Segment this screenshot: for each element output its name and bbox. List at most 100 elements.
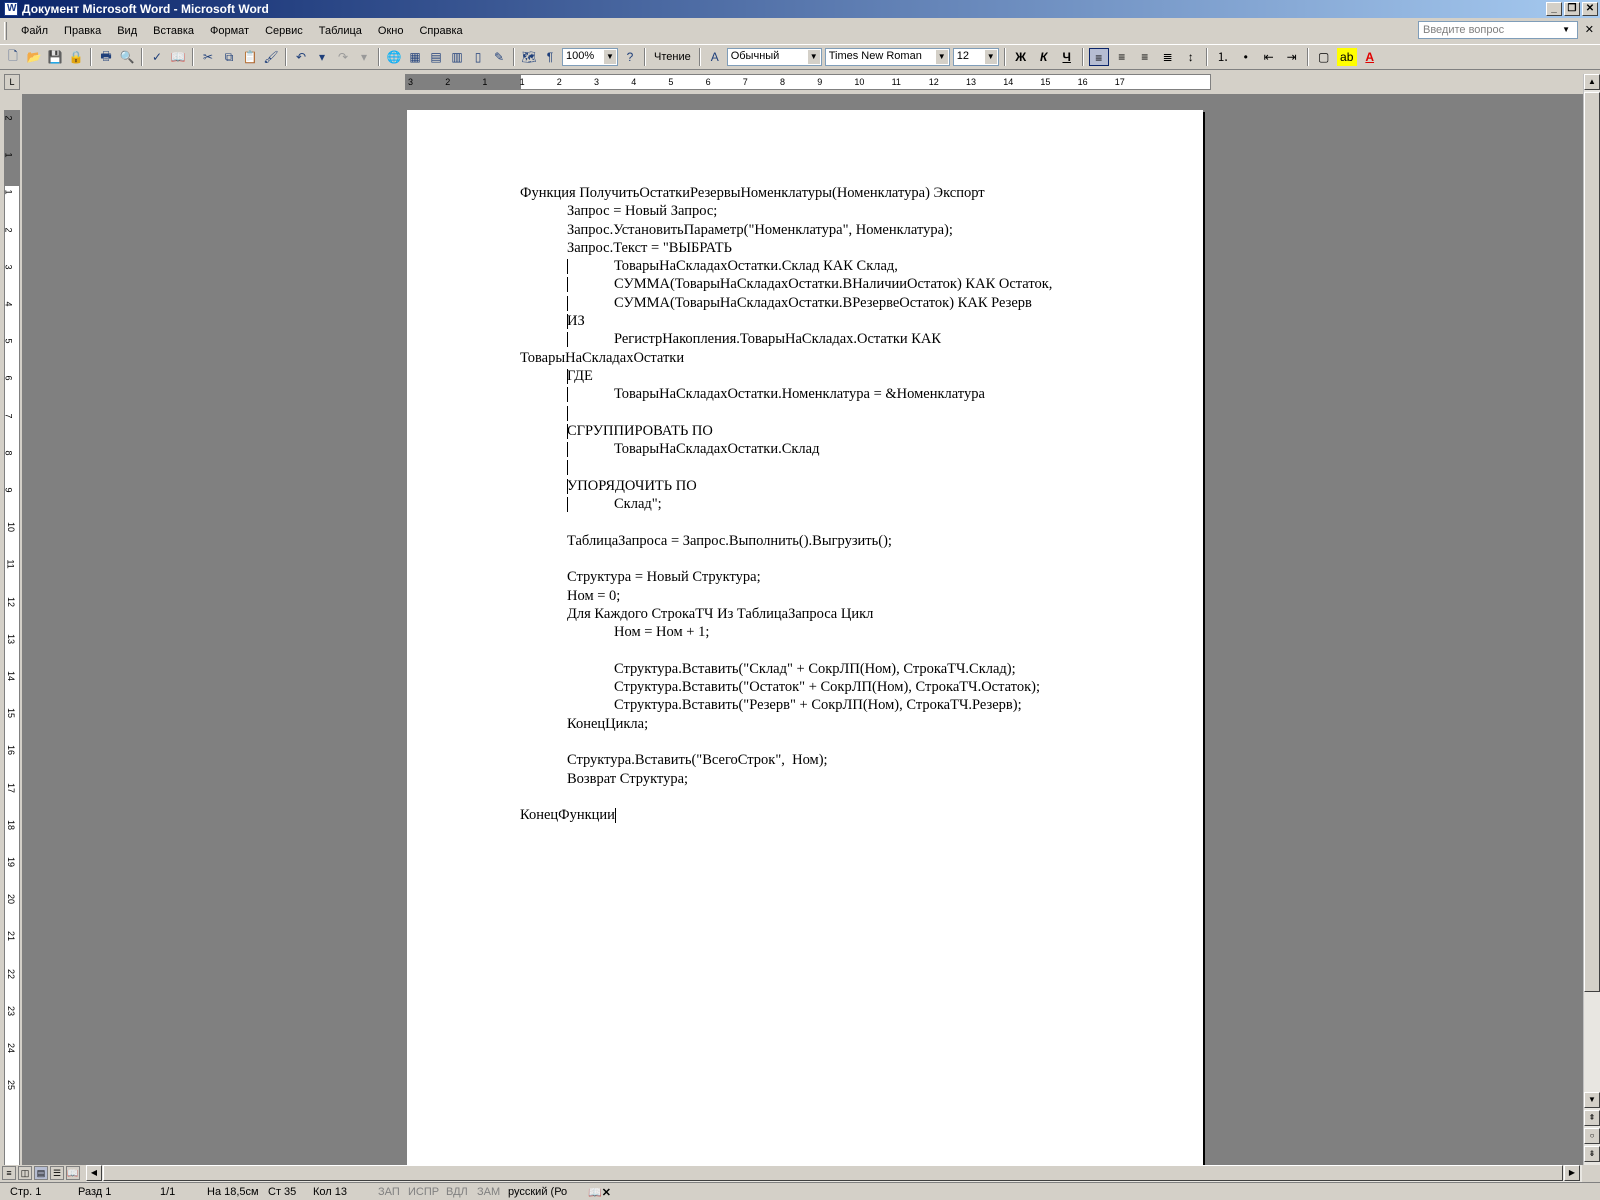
document-line[interactable]: Структура.Вставить("ВсегоСтрок", Ном); [520,751,1120,769]
document-line[interactable]: Склад"; [520,495,1120,513]
document-line[interactable]: ГДЕ [520,367,1120,385]
menu-edit[interactable]: Правка [56,23,109,39]
open-icon[interactable]: 📂 [25,48,43,66]
numbering-icon[interactable]: ⒈ [1213,48,1233,66]
menu-window[interactable]: Окно [370,23,412,39]
horizontal-scrollbar[interactable]: ◀ ▶ [86,1165,1582,1182]
document-line[interactable]: Структура = Новый Структура; [520,568,1120,586]
web-view-icon[interactable]: ◫ [18,1166,32,1180]
document-line[interactable]: Структура.Вставить("Склад" + СокрЛП(Ном)… [520,660,1120,678]
menu-help[interactable]: Справка [411,23,470,39]
vertical-ruler[interactable]: 2 1 1 2 3 4 5 6 7 8 9 10 11 12 13 14 15 16 17 18 19 20 21 22 23 2… [4,110,20,1175]
ask-question-input[interactable]: Введите вопрос [1418,21,1578,39]
redo-icon[interactable]: ↷ [334,48,352,66]
drawing-icon[interactable]: ✎ [490,48,508,66]
insert-excel-icon[interactable]: ▥ [448,48,466,66]
document-line[interactable] [520,458,1120,476]
print-preview-icon[interactable]: 🔍 [118,48,136,66]
document-line[interactable]: Возврат Структура; [520,770,1120,788]
reading-view-icon[interactable]: 📖 [66,1166,80,1180]
show-hide-icon[interactable]: ¶ [541,48,559,66]
line-spacing-icon[interactable]: ↕ [1181,48,1201,66]
style-dropdown-icon[interactable]: ▼ [807,50,820,64]
align-right-icon[interactable]: ≡ [1135,48,1155,66]
document-line[interactable]: Ном = Ном + 1; [520,623,1120,641]
menu-table[interactable]: Таблица [311,23,370,39]
document-line[interactable]: СУММА(ТоварыНаСкладахОстатки.ВРезервеОст… [520,294,1120,312]
horizontal-ruler[interactable]: 3 2 1 1 2 3 4 5 6 7 8 9 10 11 12 13 14 15 16 17 [405,74,1211,90]
reading-mode-button[interactable]: Чтение [651,51,694,63]
menu-view[interactable]: Вид [109,23,145,39]
highlight-icon[interactable]: ab [1336,48,1357,66]
document-line[interactable] [520,641,1120,659]
document-line[interactable]: ТаблицаЗапроса = Запрос.Выполнить().Выгр… [520,532,1120,550]
document-line[interactable]: ТоварыНаСкладахОстатки [520,349,1120,367]
document-line[interactable]: ТоварыНаСкладахОстатки.Номенклатура = &Н… [520,385,1120,403]
close-button[interactable]: ✕ [1582,2,1598,16]
status-record-macro[interactable]: ЗАП [378,1186,400,1198]
copy-icon[interactable]: ⧉ [220,48,238,66]
decrease-indent-icon[interactable]: ⇤ [1259,48,1279,66]
zoom-dropdown-icon[interactable]: ▼ [604,50,616,64]
document-map-icon[interactable]: 🗺 [520,48,538,66]
font-color-icon[interactable]: A [1360,48,1380,66]
paste-icon[interactable]: 📋 [241,48,259,66]
style-combo[interactable]: Обычный ▼ [726,48,822,66]
insert-table-icon[interactable]: ▤ [427,48,445,66]
document-line[interactable]: Для Каждого СтрокаТЧ Из ТаблицаЗапроса Ц… [520,605,1120,623]
align-left-icon[interactable]: ≡ [1088,48,1109,66]
word-app-icon[interactable] [4,2,18,16]
normal-view-icon[interactable]: ≡ [2,1166,16,1180]
menu-file[interactable]: Файл [13,23,56,39]
underline-button[interactable]: Ч [1057,48,1077,66]
scroll-up-icon[interactable]: ▲ [1584,74,1600,90]
restore-button[interactable]: ❐ [1564,2,1580,16]
document-line[interactable] [520,513,1120,531]
spelling-status-icon[interactable]: 📖✕ [588,1186,611,1199]
status-language[interactable]: русский (Ро [508,1186,567,1198]
styles-icon[interactable]: A [706,48,724,66]
hyperlink-icon[interactable]: 🌐 [385,48,403,66]
scroll-right-icon[interactable]: ▶ [1564,1165,1580,1181]
document-line[interactable] [520,788,1120,806]
format-painter-icon[interactable]: 🖌 [262,48,280,66]
spelling-icon[interactable]: ✓ [148,48,166,66]
save-icon[interactable]: 💾 [46,48,64,66]
document-line[interactable]: УПОРЯДОЧИТЬ ПО [520,477,1120,495]
document-line[interactable]: Запрос = Новый Запрос; [520,202,1120,220]
browse-object-icon[interactable]: ○ [1584,1128,1600,1144]
document-line[interactable]: ТоварыНаСкладахОстатки.Склад КАК Склад, [520,257,1120,275]
columns-icon[interactable]: ▯ [469,48,487,66]
document-line[interactable]: СГРУППИРОВАТЬ ПО [520,422,1120,440]
document-page[interactable]: Функция ПолучитьОстаткиРезервыНоменклату… [407,110,1203,1165]
document-line[interactable]: РегистрНакопления.ТоварыНаСкладах.Остатк… [520,330,1120,348]
document-body[interactable]: Функция ПолучитьОстаткиРезервыНоменклату… [520,184,1120,824]
minimize-button[interactable]: _ [1546,2,1562,16]
italic-button[interactable]: К [1034,48,1054,66]
borders-icon[interactable]: ▢ [1314,48,1334,66]
bold-button[interactable]: Ж [1011,48,1031,66]
horizontal-scroll-thumb[interactable] [103,1165,1563,1181]
increase-indent-icon[interactable]: ⇥ [1282,48,1302,66]
undo-icon[interactable]: ↶ [292,48,310,66]
font-size-combo[interactable]: 12 ▼ [952,48,999,66]
print-layout-icon[interactable]: ▤ [34,1166,48,1180]
tab-selector[interactable]: L [4,74,20,90]
cut-icon[interactable]: ✂ [199,48,217,66]
vertical-scroll-thumb[interactable] [1584,92,1600,992]
document-line[interactable]: ИЗ [520,312,1120,330]
document-line[interactable]: Запрос.Текст = "ВЫБРАТЬ [520,239,1120,257]
document-line[interactable]: ТоварыНаСкладахОстатки.Склад [520,440,1120,458]
vertical-scrollbar[interactable]: ▲ ▼ ⇞ ○ ⇟ [1583,74,1600,1165]
new-doc-icon[interactable]: 🗋 [4,48,22,66]
document-line[interactable]: Структура.Вставить("Резерв" + СокрЛП(Ном… [520,696,1120,714]
menu-format[interactable]: Формат [202,23,257,39]
status-track-changes[interactable]: ИСПР [408,1186,439,1198]
zoom-combo[interactable]: 100% ▼ [562,48,618,66]
menu-grip[interactable] [4,22,7,40]
document-line[interactable]: Функция ПолучитьОстаткиРезервыНоменклату… [520,184,1120,202]
status-extend[interactable]: ВДЛ [446,1186,468,1198]
document-line[interactable] [520,550,1120,568]
status-overtype[interactable]: ЗАМ [477,1186,500,1198]
document-line[interactable]: КонецФункции [520,806,1120,824]
